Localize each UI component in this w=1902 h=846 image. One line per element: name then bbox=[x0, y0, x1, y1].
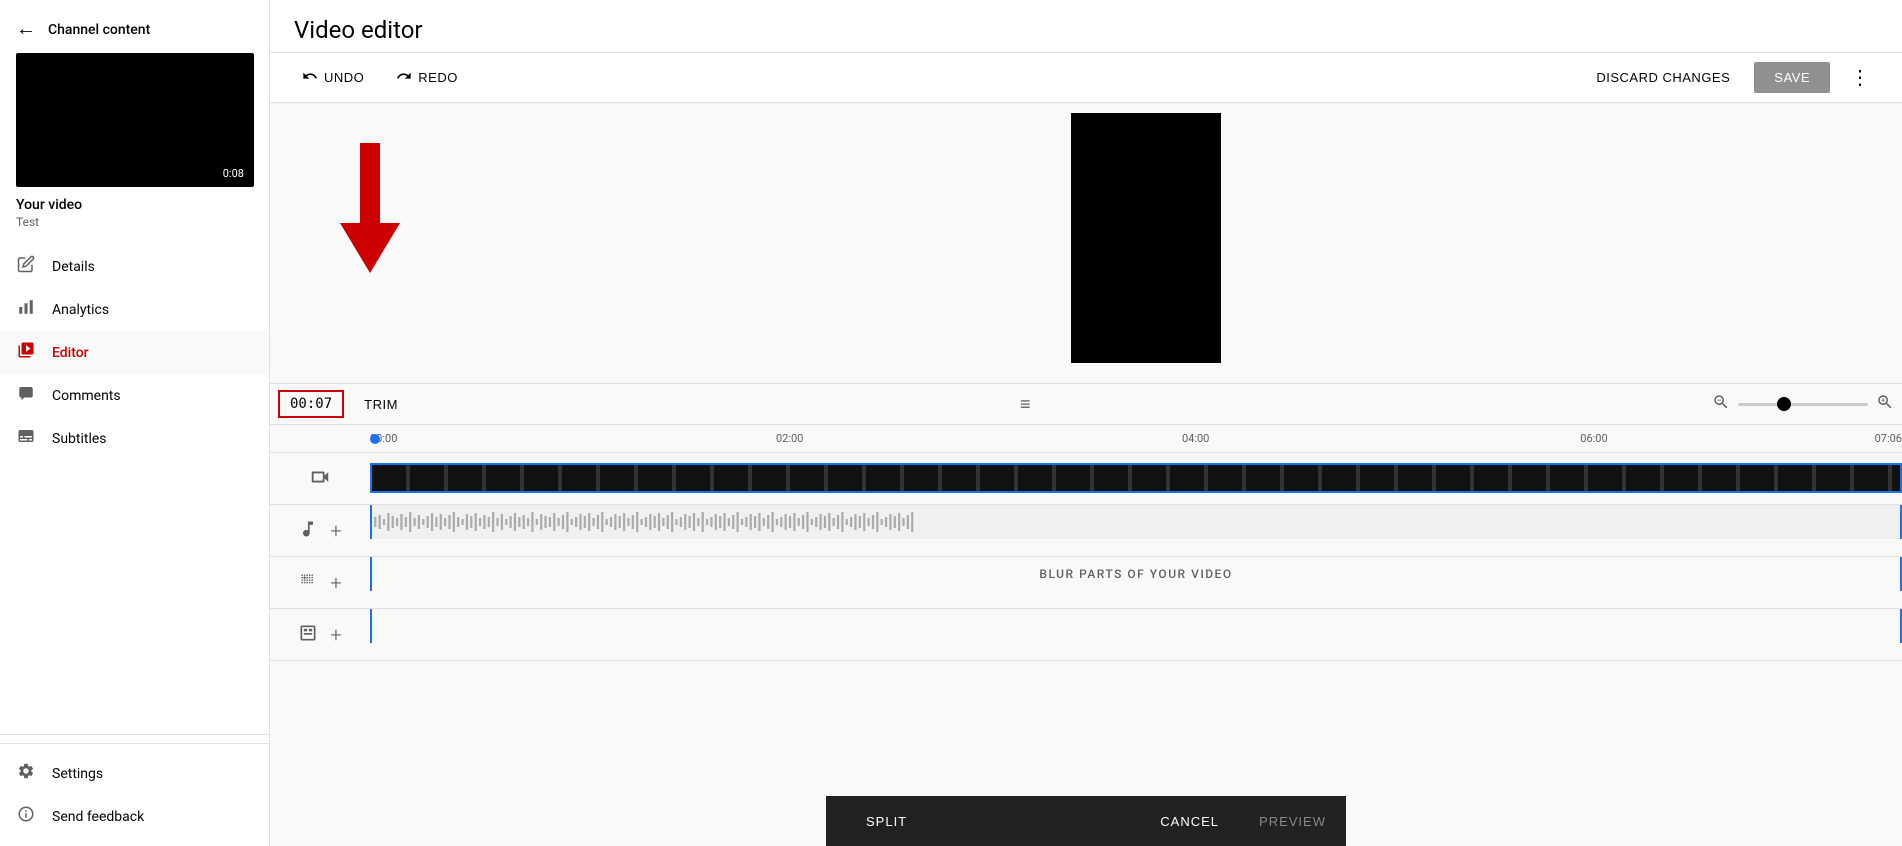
sidebar-bottom: Settings Send feedback bbox=[0, 743, 269, 846]
video-camera-icon bbox=[309, 466, 331, 492]
ruler-mark-4: 07:06 bbox=[1875, 432, 1902, 445]
audio-add-icon[interactable]: + bbox=[330, 519, 341, 543]
sidebar-item-settings[interactable]: Settings bbox=[0, 752, 269, 795]
music-note-icon bbox=[298, 519, 318, 543]
timecode-display: 00:07 bbox=[278, 390, 344, 418]
blur-track-content: BLUR PARTS OF YOUR VIDEO bbox=[370, 557, 1902, 608]
channel-content-label: Channel content bbox=[48, 22, 150, 38]
analytics-icon bbox=[16, 298, 36, 321]
zoom-slider-thumb[interactable] bbox=[1777, 397, 1791, 411]
audio-track-row: + bbox=[270, 505, 1902, 557]
blur-track-row: + BLUR PARTS OF YOUR VIDEO bbox=[270, 557, 1902, 609]
video-subtitle: Test bbox=[16, 215, 253, 229]
editor-icon bbox=[16, 341, 36, 364]
endcard-track-content bbox=[370, 609, 1902, 660]
sidebar: ← Channel content 0:08 Your video Test D… bbox=[0, 0, 270, 846]
zoom-slider[interactable] bbox=[1738, 396, 1868, 412]
endcard-track-strip bbox=[370, 609, 1902, 643]
align-icon-area: ≡ bbox=[1020, 394, 1031, 415]
feedback-icon bbox=[16, 805, 36, 828]
timeline-controls: 00:07 TRIM ≡ bbox=[270, 383, 1902, 425]
editor-label: Editor bbox=[52, 345, 89, 361]
comments-label: Comments bbox=[52, 388, 121, 404]
undo-button[interactable]: UNDO bbox=[294, 64, 372, 91]
playhead-marker bbox=[370, 434, 380, 444]
redo-icon bbox=[396, 68, 412, 87]
undo-label: UNDO bbox=[324, 70, 364, 85]
sidebar-item-subtitles[interactable]: Subtitles bbox=[0, 417, 269, 460]
send-feedback-label: Send feedback bbox=[52, 809, 144, 825]
timeline-tracks: + bbox=[270, 453, 1902, 846]
blur-add-icon[interactable]: + bbox=[330, 571, 341, 595]
video-track-content bbox=[370, 453, 1902, 504]
sidebar-header: ← Channel content bbox=[0, 0, 269, 53]
video-info: Your video Test bbox=[0, 187, 269, 245]
endcard-track-row: + bbox=[270, 609, 1902, 661]
audio-waveform-strip[interactable] bbox=[370, 505, 1902, 539]
back-button[interactable]: ← bbox=[16, 18, 36, 41]
sidebar-item-send-feedback[interactable]: Send feedback bbox=[0, 795, 269, 838]
center-align-icon: ≡ bbox=[1020, 394, 1031, 415]
timeline-area: 00:07 TRIM ≡ bbox=[270, 383, 1902, 846]
undo-icon bbox=[302, 68, 318, 87]
video-track-row bbox=[270, 453, 1902, 505]
save-button[interactable]: SAVE bbox=[1754, 62, 1830, 93]
timeline-zoom bbox=[1712, 393, 1894, 415]
details-label: Details bbox=[52, 259, 95, 275]
blur-icon bbox=[298, 571, 318, 595]
ruler-mark-1: 02:00 bbox=[776, 432, 803, 445]
preview-area bbox=[270, 103, 1902, 383]
video-track-icons bbox=[270, 466, 370, 492]
video-preview-frame bbox=[1071, 113, 1221, 363]
settings-icon bbox=[16, 762, 36, 785]
video-title: Your video bbox=[16, 197, 253, 213]
blur-track-icons: + bbox=[270, 571, 370, 595]
more-options-button[interactable]: ⋮ bbox=[1842, 61, 1878, 94]
endcard-icon bbox=[298, 623, 318, 647]
toolbar-right: DISCARD CHANGES SAVE ⋮ bbox=[1584, 61, 1878, 94]
discard-button[interactable]: DISCARD CHANGES bbox=[1584, 64, 1742, 91]
toolbar: UNDO REDO DISCARD CHANGES SAVE ⋮ bbox=[270, 53, 1902, 103]
waveform-svg bbox=[372, 505, 1900, 539]
sidebar-item-comments[interactable]: Comments bbox=[0, 374, 269, 417]
sidebar-item-details[interactable]: Details bbox=[0, 245, 269, 288]
sidebar-divider bbox=[0, 734, 269, 735]
video-duration: 0:08 bbox=[219, 166, 248, 181]
sidebar-item-editor[interactable]: Editor bbox=[0, 331, 269, 374]
blur-track-label: BLUR PARTS OF YOUR VIDEO bbox=[370, 557, 1902, 591]
audio-track-content bbox=[370, 505, 1902, 556]
redo-label: REDO bbox=[418, 70, 458, 85]
red-arrow-indicator bbox=[330, 143, 410, 277]
redo-button[interactable]: REDO bbox=[388, 64, 466, 91]
subtitles-icon bbox=[16, 427, 36, 450]
video-thumbnail: 0:08 bbox=[16, 53, 254, 187]
nav-items: Details Analytics Editor Comments Subtit… bbox=[0, 245, 269, 486]
split-button[interactable]: SPLIT bbox=[826, 806, 947, 837]
settings-label: Settings bbox=[52, 766, 103, 782]
audio-track-icons: + bbox=[270, 519, 370, 543]
endcard-add-icon[interactable]: + bbox=[330, 623, 341, 647]
main-content: Video editor UNDO REDO DISCARD CHANGES S… bbox=[270, 0, 1902, 846]
sidebar-item-analytics[interactable]: Analytics bbox=[0, 288, 269, 331]
preview-button[interactable]: PREVIEW bbox=[1239, 806, 1346, 837]
ruler-mark-2: 04:00 bbox=[1182, 432, 1209, 445]
pencil-icon bbox=[16, 255, 36, 278]
timeline-ruler: 00:00 02:00 04:00 06:00 07:06 bbox=[270, 425, 1902, 453]
trim-button[interactable]: TRIM bbox=[356, 393, 406, 416]
page-title: Video editor bbox=[294, 16, 423, 44]
video-track-strip[interactable] bbox=[370, 463, 1902, 493]
editor-header: Video editor bbox=[270, 0, 1902, 53]
endcard-track-icons: + bbox=[270, 623, 370, 647]
zoom-out-icon[interactable] bbox=[1712, 393, 1730, 415]
ruler-mark-3: 06:00 bbox=[1580, 432, 1607, 445]
subtitles-label: Subtitles bbox=[52, 431, 107, 447]
split-controls-bar: SPLIT CANCEL PREVIEW bbox=[826, 796, 1346, 846]
analytics-label: Analytics bbox=[52, 302, 109, 318]
zoom-in-icon[interactable] bbox=[1876, 393, 1894, 415]
cancel-button[interactable]: CANCEL bbox=[1140, 806, 1239, 837]
comments-icon bbox=[16, 384, 36, 407]
